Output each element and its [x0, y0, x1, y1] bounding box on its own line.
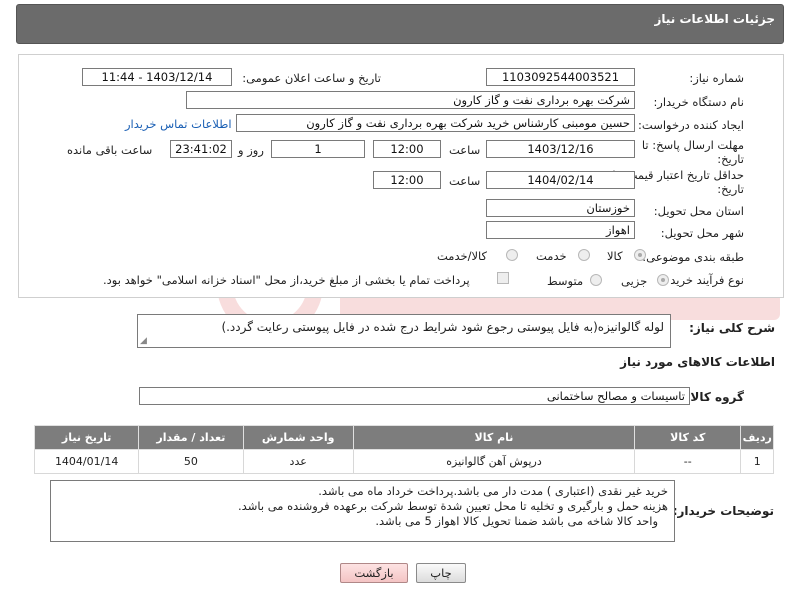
buyer-contact-link[interactable]: اطلاعات تماس خریدار: [125, 117, 232, 131]
city-field[interactable]: اهواز: [486, 221, 635, 239]
province-field[interactable]: خوزستان: [486, 199, 635, 217]
purchase-process-label: نوع فرآیند خرید :: [662, 273, 744, 287]
reply-time-label: ساعت: [449, 143, 481, 157]
price-time-label: ساعت: [449, 174, 481, 188]
description-textarea[interactable]: لوله گالوانیزه(به فایل پیوستی رجوع شود ش…: [137, 314, 671, 348]
buyer-notes-line: خرید غیر نقدی (اعتباری ) مدت دار می باشد…: [318, 484, 668, 498]
goods-group-label: گروه کالا:: [685, 390, 744, 404]
announce-datetime-field[interactable]: 1403/12/14 - 11:44: [82, 68, 232, 86]
category-option-goods-service: کالا/خدمت: [437, 249, 488, 263]
cell-code: --: [634, 449, 742, 474]
province-label: استان محل تحویل:: [653, 204, 744, 218]
col-unit: واحد شمارش: [242, 425, 354, 450]
buyer-notes-line: واحد کالا شاخه می باشد ضمنا تحویل کالا ا…: [375, 514, 658, 528]
resize-grip-icon[interactable]: ◢: [140, 336, 150, 346]
description-label: شرح کلی نیاز:: [689, 321, 775, 335]
buyer-notes-textarea[interactable]: خرید غیر نقدی (اعتباری ) مدت دار می باشد…: [50, 480, 675, 542]
category-option-service: خدمت: [536, 249, 567, 263]
cell-need-date: 1404/01/14: [33, 449, 140, 474]
col-name: نام کالا: [352, 425, 636, 450]
cell-row: 1: [740, 449, 774, 474]
table-header-row: ردیف کد کالا نام کالا واحد شمارش تعداد /…: [33, 425, 774, 450]
reply-deadline-label: مهلت ارسال پاسخ: تا: [641, 138, 744, 152]
requester-field[interactable]: حسین مومبنی کارشناس خرید شرکت بهره بردار…: [236, 114, 635, 132]
price-validity-label-date: تاریخ:: [717, 182, 744, 196]
buyer-notes-label: توضیحات خریدار:: [672, 504, 774, 518]
category-label: طبقه بندی موضوعی:: [642, 250, 744, 264]
print-button[interactable]: چاپ: [416, 563, 466, 583]
price-validity-date[interactable]: 1404/02/14: [486, 171, 635, 189]
reply-deadline-date[interactable]: 1403/12/16: [486, 140, 635, 158]
goods-table: ردیف کد کالا نام کالا واحد شمارش تعداد /…: [33, 425, 774, 474]
cell-name: درپوش آهن گالوانیزه: [352, 449, 636, 474]
days-label: روز و: [238, 143, 264, 157]
treasury-checkbox[interactable]: [497, 272, 509, 284]
need-number-field[interactable]: 1103092544003521: [486, 68, 635, 86]
remaining-label: ساعت باقی مانده: [67, 143, 153, 157]
buyer-notes-line: هزینه حمل و بارگیری و تخلیه تا محل تعیین…: [238, 499, 668, 513]
page-title: جزئیات اطلاعات نیاز: [654, 12, 775, 26]
cell-unit: عدد: [242, 449, 354, 474]
goods-group-field[interactable]: تاسیسات و مصالح ساختمانی: [139, 387, 690, 405]
col-row: ردیف: [740, 425, 774, 450]
reply-deadline-time[interactable]: 12:00: [373, 140, 441, 158]
table-row[interactable]: 1 -- درپوش آهن گالوانیزه عدد 50 1404/01/…: [33, 449, 774, 474]
need-number-label: شماره نیاز:: [689, 71, 744, 85]
requester-label: ایجاد کننده درخواست:: [638, 118, 744, 132]
col-code: کد کالا: [634, 425, 742, 450]
buyer-org-field[interactable]: شرکت بهره برداری نفت و گاز کارون: [186, 91, 635, 109]
back-button[interactable]: بازگشت: [340, 563, 408, 583]
remaining-time-field[interactable]: 23:41:02: [170, 140, 232, 158]
cell-quantity: 50: [138, 449, 244, 474]
process-radio-minor[interactable]: [657, 274, 669, 286]
goods-section-title: اطلاعات کالاهای مورد نیاز: [620, 355, 775, 369]
col-quantity: تعداد / مقدار: [138, 425, 244, 450]
buyer-org-label: نام دستگاه خریدار:: [653, 95, 744, 109]
remaining-days-field[interactable]: 1: [271, 140, 365, 158]
process-option-medium: متوسط: [547, 274, 584, 288]
announce-datetime-label: تاریخ و ساعت اعلان عمومی:: [242, 71, 381, 85]
reply-deadline-label-date: تاریخ:: [717, 152, 744, 166]
price-validity-time[interactable]: 12:00: [373, 171, 441, 189]
category-radio-goods[interactable]: [634, 249, 646, 261]
process-radio-medium[interactable]: [590, 274, 602, 286]
category-radio-goods-service[interactable]: [506, 249, 518, 261]
category-option-goods: کالا: [607, 249, 623, 263]
category-radio-service[interactable]: [578, 249, 590, 261]
treasury-note: پرداخت تمام یا بخشی از مبلغ خرید،از محل …: [103, 273, 470, 287]
process-option-minor: جزیی: [621, 274, 648, 288]
city-label: شهر محل تحویل:: [660, 226, 744, 240]
col-need-date: تاریخ نیاز: [33, 425, 140, 450]
